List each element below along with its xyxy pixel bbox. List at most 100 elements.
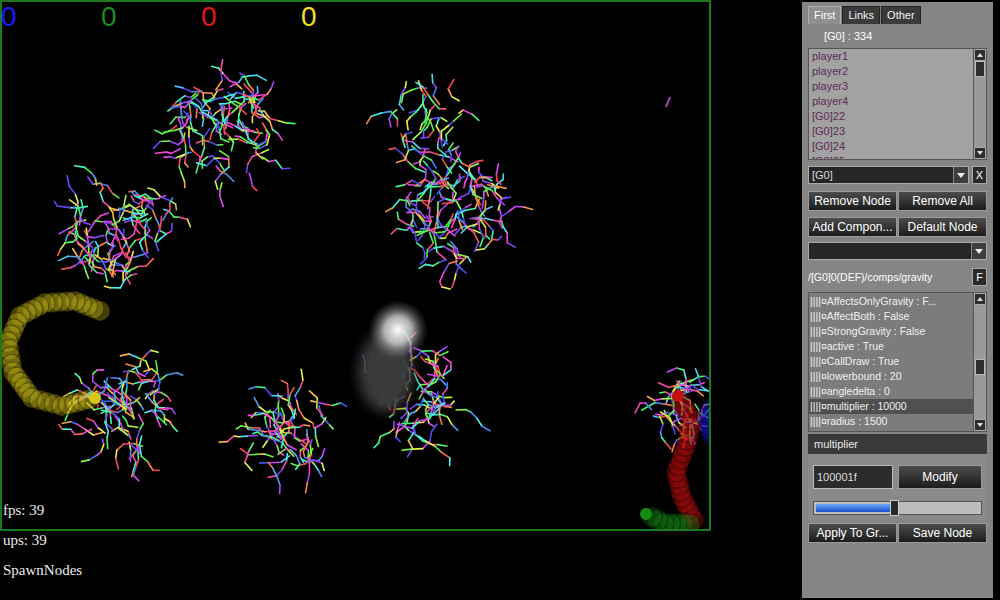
snake-head (89, 392, 101, 404)
bottom-button-row: Apply To Gr...Save Node (808, 523, 987, 543)
snake-head (640, 508, 652, 520)
property-item[interactable]: ||||¤angledelta : 0 (809, 384, 973, 399)
node-item[interactable]: [G0]25 (812, 154, 970, 159)
select-value: [G0] (812, 167, 953, 183)
dropdown-arrow-icon[interactable] (971, 243, 986, 259)
score-strip: 0000 (0, 2, 400, 31)
property-item[interactable]: ||||¤CallDraw : True (809, 354, 973, 369)
property-text: ||||¤active : True (810, 340, 884, 352)
group-count: [G0] : 334 (808, 28, 987, 44)
property-items: ||||¤AffectsOnlyGravity : F... ||||¤Affec… (809, 293, 973, 431)
scrollbar[interactable] (973, 49, 986, 159)
panel-button[interactable]: Remove All (898, 191, 987, 211)
play-field (0, 0, 711, 531)
property-item[interactable]: ||||¤active : True (809, 339, 973, 354)
panel-tab[interactable]: First (808, 6, 841, 24)
player-score: 0 (100, 2, 200, 31)
path-button[interactable]: F (972, 268, 987, 286)
scroll-thumb[interactable] (975, 61, 985, 77)
debug-panel: FirstLinksOther[G0] : 334player1player2p… (802, 2, 993, 598)
node-item[interactable]: player3 (812, 79, 970, 94)
scroll-up-button[interactable] (974, 293, 986, 305)
player-score: 0 (0, 2, 100, 31)
panel-tab[interactable]: Links (842, 6, 880, 24)
panel-button[interactable]: Add Compon... (808, 217, 897, 237)
property-text: ||||¤radius : 1500 (810, 415, 887, 427)
arrow-up-icon (977, 297, 983, 301)
light-orb (358, 300, 428, 412)
node-item[interactable]: player1 (812, 49, 970, 64)
node-list[interactable]: player1player2player3player4[G0]22[G0]23… (808, 48, 987, 160)
tab-label: Other (887, 9, 915, 21)
node-item[interactable]: [G0]24 (812, 139, 970, 154)
node-item[interactable]: player4 (812, 94, 970, 109)
property-text: ||||¤angledelta : 0 (810, 385, 890, 397)
node-items: player1player2player3player4[G0]22[G0]23… (809, 49, 973, 159)
player-snake (666, 390, 704, 529)
node-item[interactable]: [G0]23 (812, 124, 970, 139)
scroll-thumb[interactable] (975, 359, 985, 375)
component-path: /[G0]0(DEF)/comps/gravity (808, 268, 970, 286)
world-canvas (2, 2, 709, 529)
property-item[interactable]: ||||¤AffectBoth : False (809, 309, 973, 324)
panel-button[interactable]: Remove Node (808, 191, 897, 211)
node-button-row: Remove NodeRemove All (808, 191, 987, 211)
player-snake (2, 291, 110, 416)
property-item[interactable]: ||||¤AffectsOnlyGravity : F... (809, 294, 973, 309)
player-score: 0 (200, 2, 300, 31)
panel-tab[interactable]: Other (881, 6, 921, 24)
node-button-row: Add Compon...Default Node (808, 217, 987, 237)
tab-label: First (814, 9, 835, 21)
slider-handle[interactable] (890, 500, 899, 516)
property-item[interactable]: ||||¤StrongGravity : False (809, 324, 973, 339)
stats-line: fps: 39 (3, 499, 82, 529)
player-snake (640, 507, 700, 529)
node-cluster (386, 146, 533, 289)
game-window: 0000fps: 39ups: 39SpawnNodes FirstLinksO… (0, 0, 1000, 600)
property-item[interactable]: ||||¤multiplier : 10000 (809, 399, 973, 414)
panel-button[interactable]: Default Node (898, 217, 987, 237)
node-cluster (54, 166, 190, 288)
group-select[interactable]: [G0] (808, 166, 969, 184)
editor-row: Modify (813, 465, 982, 489)
node-cluster (635, 368, 709, 452)
editor-label: multiplier (808, 434, 987, 454)
stats-line: ups: 39 (3, 529, 82, 559)
path-row: /[G0]0(DEF)/comps/gravityF (808, 268, 987, 286)
scrollbar[interactable] (973, 293, 986, 431)
node-cluster (154, 60, 295, 207)
scroll-down-button[interactable] (974, 419, 986, 431)
property-text: ||||¤CallDraw : True (810, 355, 899, 367)
node-cluster (219, 369, 347, 493)
close-button[interactable]: X (972, 166, 987, 184)
snake-head (672, 390, 684, 402)
game-area: 0000fps: 39ups: 39SpawnNodes (0, 0, 800, 600)
property-text: ||||¤multiplier : 10000 (810, 400, 907, 412)
select-value (812, 243, 971, 259)
property-item[interactable]: ||||¤lowerbound : 20 (809, 369, 973, 384)
value-slider[interactable] (813, 501, 982, 515)
editor-zone: Modify (808, 454, 987, 520)
panel-button[interactable]: Save Node (898, 523, 987, 543)
tab-strip: First Links Other (808, 6, 987, 24)
value-input[interactable] (813, 465, 893, 489)
property-text: ||||¤AffectBoth : False (810, 310, 909, 322)
panel-button[interactable]: Apply To Gr... (808, 523, 897, 543)
dropdown-arrow-icon[interactable] (953, 167, 968, 183)
node-item[interactable]: player2 (812, 64, 970, 79)
stray-node (666, 97, 670, 107)
scroll-up-button[interactable] (974, 49, 986, 61)
property-text: ||||¤lowerbound : 20 (810, 370, 901, 382)
scroll-down-button[interactable] (974, 147, 986, 159)
component-select[interactable] (808, 242, 987, 260)
node-item[interactable]: [G0]22 (812, 109, 970, 124)
property-item[interactable]: ||||¤radius : 1500 (809, 414, 973, 429)
scroll-track[interactable] (974, 61, 986, 147)
arrow-down-icon (977, 423, 983, 427)
modify-button[interactable]: Modify (898, 465, 982, 489)
property-list[interactable]: ||||¤AffectsOnlyGravity : F... ||||¤Affec… (808, 292, 987, 432)
scroll-track[interactable] (974, 305, 986, 419)
group-select-row: [G0] X (808, 166, 987, 184)
component-select-row (808, 242, 987, 260)
property-text: ||||¤AffectsOnlyGravity : F... (810, 295, 936, 307)
